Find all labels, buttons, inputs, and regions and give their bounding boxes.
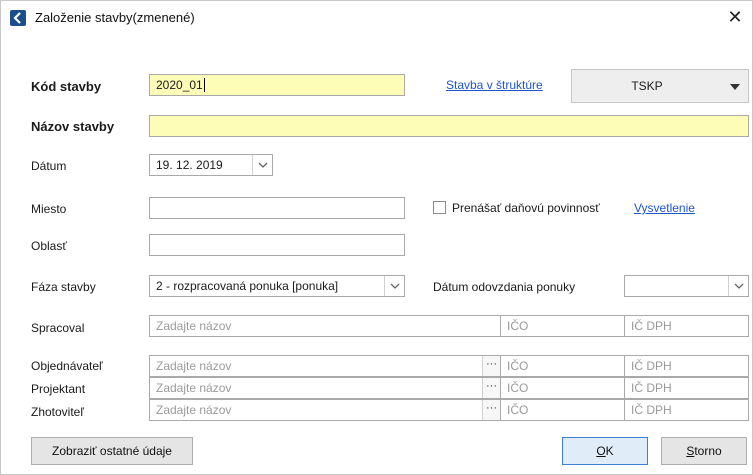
- kod-stavby-label: Kód stavby: [31, 79, 102, 94]
- zhotovitel-ico-input[interactable]: IČO: [500, 399, 625, 421]
- stavba-v-strukture-link[interactable]: Stavba v štruktúre: [446, 78, 543, 92]
- faza-stavby-select[interactable]: 2 - rozpracovaná ponuka [ponuka]: [149, 275, 405, 297]
- projektant-ico-input[interactable]: IČO: [500, 377, 625, 399]
- oblast-label: Oblasť: [31, 239, 67, 253]
- close-icon[interactable]: ✕: [724, 6, 746, 28]
- objednavatel-label: Objednávateľ: [31, 359, 103, 373]
- zhotovitel-nazov-placeholder: Zadajte názov: [156, 403, 232, 417]
- prenasat-label[interactable]: Prenášať daňovú povinnosť: [452, 201, 600, 215]
- datum-odovzdania-label: Dátum odovzdania ponuky: [433, 280, 576, 294]
- prenasat-checkbox[interactable]: [433, 201, 446, 214]
- miesto-input[interactable]: [149, 197, 405, 219]
- nazov-stavby-input[interactable]: [149, 115, 749, 137]
- datum-dropdown-button[interactable]: [252, 155, 272, 175]
- nazov-stavby-label: Názov stavby: [31, 119, 115, 134]
- datum-value: 19. 12. 2019: [156, 158, 223, 172]
- chevron-down-icon: [730, 84, 740, 90]
- title-bar: Založenie stavby(zmenené) ✕: [1, 1, 752, 35]
- faza-stavby-label: Fáza stavby: [31, 280, 96, 294]
- vysvetlenie-link[interactable]: Vysvetlenie: [634, 201, 695, 215]
- projektant-nazov-placeholder: Zadajte názov: [156, 381, 232, 395]
- objednavatel-icdph-input[interactable]: IČ DPH: [624, 355, 749, 377]
- chevron-down-icon: [258, 162, 268, 168]
- datum-odovzdania-dropdown-button[interactable]: [728, 276, 748, 296]
- projektant-browse-button[interactable]: ···: [482, 378, 500, 398]
- tskp-label: TSKP: [631, 79, 663, 93]
- objednavatel-ico-input[interactable]: IČO: [500, 355, 625, 377]
- spracoval-nazov-input[interactable]: Zadajte názov: [149, 315, 501, 337]
- datum-label: Dátum: [31, 159, 67, 173]
- spracoval-icdph-input[interactable]: IČ DPH: [624, 315, 749, 337]
- zhotovitel-nazov-input[interactable]: Zadajte názov ···: [149, 399, 501, 421]
- storno-button[interactable]: Storno: [661, 437, 747, 465]
- zhotovitel-icdph-input[interactable]: IČ DPH: [624, 399, 749, 421]
- objednavatel-browse-button[interactable]: ···: [482, 356, 500, 376]
- ok-label-rest: K: [605, 444, 614, 458]
- zhotovitel-label: Zhotoviteľ: [31, 405, 84, 419]
- chevron-down-icon: [390, 283, 400, 289]
- spracoval-ico-input[interactable]: IČO: [500, 315, 625, 337]
- window-title: Založenie stavby(zmenené): [35, 10, 195, 25]
- zobrazit-ostatne-udaje-button[interactable]: Zobraziť ostatné údaje: [31, 437, 193, 465]
- text-caret: [203, 78, 205, 92]
- oblast-input[interactable]: [149, 234, 405, 256]
- faza-dropdown-button[interactable]: [384, 276, 404, 296]
- dialog-window: Založenie stavby(zmenené) ✕ Kód stavby 2…: [0, 0, 753, 475]
- projektant-label: Projektant: [31, 382, 86, 396]
- datum-picker[interactable]: 19. 12. 2019: [149, 154, 273, 176]
- objednavatel-nazov-placeholder: Zadajte názov: [156, 359, 232, 373]
- spracoval-label: Spracoval: [31, 321, 85, 335]
- zhotovitel-browse-button[interactable]: ···: [482, 400, 500, 420]
- ok-button[interactable]: OK: [562, 437, 648, 465]
- chevron-down-icon: [734, 283, 744, 289]
- tskp-dropdown[interactable]: TSKP: [571, 69, 749, 103]
- datum-odovzdania-picker[interactable]: [624, 275, 749, 297]
- faza-stavby-value: 2 - rozpracovaná ponuka [ponuka]: [156, 279, 339, 293]
- kod-stavby-input[interactable]: 2020_01: [149, 74, 405, 96]
- projektant-nazov-input[interactable]: Zadajte názov ···: [149, 377, 501, 399]
- miesto-label: Miesto: [31, 202, 67, 216]
- app-back-icon: [10, 10, 26, 26]
- storno-label-rest: torno: [694, 444, 722, 458]
- kod-stavby-value: 2020_01: [156, 78, 203, 92]
- objednavatel-nazov-input[interactable]: Zadajte názov ···: [149, 355, 501, 377]
- ok-accesskey: O: [596, 444, 606, 458]
- projektant-icdph-input[interactable]: IČ DPH: [624, 377, 749, 399]
